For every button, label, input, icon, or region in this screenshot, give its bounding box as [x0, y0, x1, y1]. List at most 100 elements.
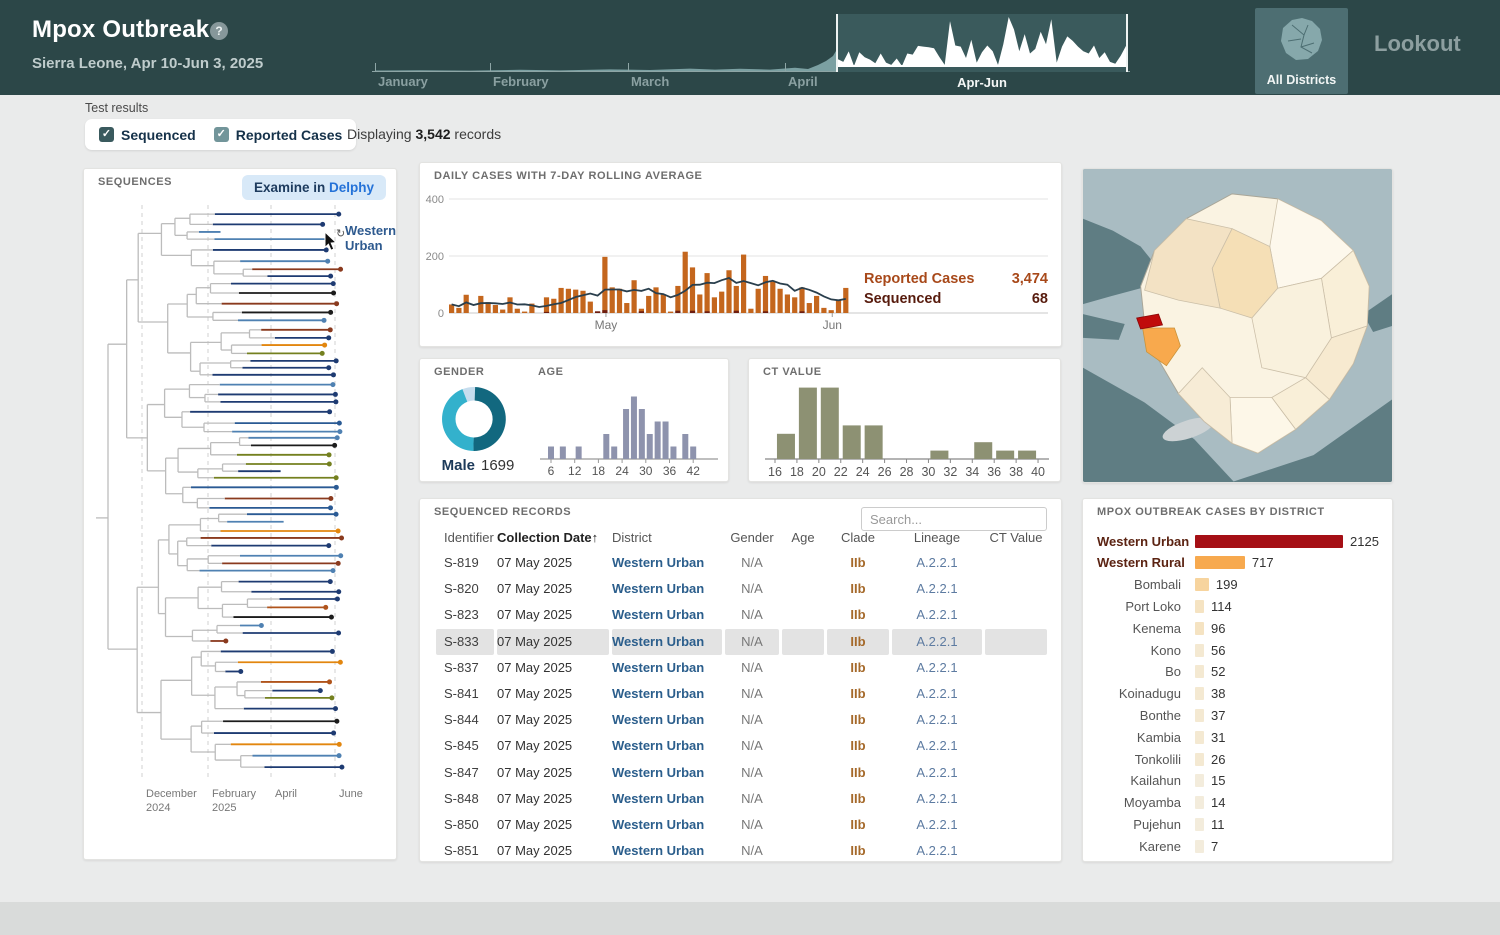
cell-id: S-845 — [436, 733, 494, 759]
sierra-leone-map[interactable] — [1083, 169, 1392, 482]
delphy-brand: Delphy — [329, 180, 374, 195]
column-header-lineage[interactable]: Lineage — [892, 527, 982, 549]
phylogenetic-tree[interactable]: December2024February2025AprilJune — [92, 201, 392, 825]
cell-gender: N/A — [725, 812, 779, 838]
cell-clade: IIb — [827, 655, 889, 681]
district-value: 11 — [1211, 817, 1225, 832]
table-row[interactable]: S-84707 May 2025Western UrbanN/AIIbA.2.2… — [420, 760, 1047, 786]
table-row[interactable]: S-84107 May 2025Western UrbanN/AIIbA.2.2… — [420, 681, 1047, 707]
all-districts-button[interactable]: All Districts — [1255, 8, 1348, 94]
cell-clade: IIb — [827, 707, 889, 733]
record-count: 3,542 — [415, 126, 450, 142]
cell-clade: IIb — [827, 576, 889, 602]
district-value: 52 — [1211, 664, 1225, 679]
gender-donut-chart[interactable] — [426, 375, 526, 459]
column-header-collection-date[interactable]: Collection Date↑ — [497, 527, 609, 549]
district-label: Western Rural — [1097, 555, 1189, 570]
district-bar — [1195, 818, 1204, 831]
cell-district: Western Urban — [612, 707, 722, 733]
cell-lineage: A.2.2.1 — [892, 838, 982, 862]
table-row[interactable]: S-85007 May 2025Western UrbanN/AIIbA.2.2… — [420, 812, 1047, 838]
help-icon[interactable]: ? — [210, 22, 228, 40]
svg-text:6: 6 — [548, 464, 555, 478]
cell-id: S-848 — [436, 786, 494, 812]
tree-hover-label: Western Urban — [345, 223, 396, 253]
cell-lineage: A.2.2.1 — [892, 812, 982, 838]
district-row[interactable]: Tonkolili26 — [1097, 748, 1384, 770]
column-header-district[interactable]: District — [612, 527, 722, 549]
district-row[interactable]: Kambia31 — [1097, 726, 1384, 748]
table-row[interactable]: S-81907 May 2025Western UrbanN/AIIbA.2.2… — [420, 550, 1047, 576]
cell-id: S-841 — [436, 681, 494, 707]
cell-ct — [985, 681, 1047, 707]
timeline-selected-label: Apr-Jun — [836, 75, 1128, 90]
svg-text:26: 26 — [878, 465, 892, 479]
district-row[interactable]: Karene7 — [1097, 835, 1384, 857]
timeline-tick — [490, 63, 491, 72]
table-row[interactable]: S-83707 May 2025Western UrbanN/AIIbA.2.2… — [420, 655, 1047, 681]
district-row[interactable]: Moyamba 14 — [1097, 792, 1384, 814]
checkbox-sequenced[interactable]: ✓Sequenced — [99, 127, 196, 143]
cell-ct — [985, 576, 1047, 602]
cell-gender: N/A — [725, 602, 779, 628]
cell-age — [782, 707, 824, 733]
timeline-tick — [785, 63, 786, 72]
table-row[interactable]: S-85107 May 2025Western UrbanN/AIIbA.2.2… — [420, 838, 1047, 862]
cell-id: S-823 — [436, 602, 494, 628]
page-subtitle: Sierra Leone, Apr 10-Jun 3, 2025 — [32, 55, 263, 72]
app-header: Mpox Outbreak ? Sierra Leone, Apr 10-Jun… — [0, 0, 1500, 95]
district-row[interactable]: Kenema96 — [1097, 617, 1384, 639]
svg-text:30: 30 — [921, 465, 935, 479]
cell-age — [782, 602, 824, 628]
svg-text:June: June — [339, 788, 363, 800]
district-row[interactable]: Kailahun15 — [1097, 770, 1384, 792]
district-value: 14 — [1211, 795, 1225, 810]
district-row[interactable]: Bombali199 — [1097, 574, 1384, 596]
table-row[interactable]: S-83307 May 2025Western UrbanN/AIIbA.2.2… — [420, 629, 1047, 655]
table-row[interactable]: S-82307 May 2025Western UrbanN/AIIbA.2.2… — [420, 602, 1047, 628]
cell-date: 07 May 2025 — [497, 760, 609, 786]
timeline-selection-window[interactable] — [836, 14, 1128, 72]
table-row[interactable]: S-84407 May 2025Western UrbanN/AIIbA.2.2… — [420, 707, 1047, 733]
column-header-ct-value[interactable]: CT Value — [985, 527, 1047, 549]
district-row[interactable]: Pujehun11 — [1097, 813, 1384, 835]
cell-date: 07 May 2025 — [497, 655, 609, 681]
table-row[interactable]: S-82007 May 2025Western UrbanN/AIIbA.2.2… — [420, 576, 1047, 602]
svg-text:38: 38 — [1009, 465, 1023, 479]
column-header-gender[interactable]: Gender — [725, 527, 779, 549]
column-header-age[interactable]: Age — [782, 527, 824, 549]
cell-clade: IIb — [827, 629, 889, 655]
cell-district: Western Urban — [612, 655, 722, 681]
table-row[interactable]: S-84807 May 2025Western UrbanN/AIIbA.2.2… — [420, 786, 1047, 812]
district-label: Moyamba — [1097, 795, 1189, 810]
district-bar — [1195, 578, 1209, 591]
table-row[interactable]: S-84507 May 2025Western UrbanN/AIIbA.2.2… — [420, 733, 1047, 759]
cell-district: Western Urban — [612, 812, 722, 838]
page-title: Mpox Outbreak — [32, 16, 209, 44]
district-row[interactable]: Port Loko114 — [1097, 595, 1384, 617]
bottom-band — [0, 902, 1500, 935]
checkbox-reported-cases[interactable]: ✓Reported Cases — [214, 127, 343, 143]
cell-id: S-837 — [436, 655, 494, 681]
column-header-clade[interactable]: Clade — [827, 527, 889, 549]
district-value: 2125 — [1350, 534, 1379, 549]
cell-date: 07 May 2025 — [497, 707, 609, 733]
daily-cases-chart: 0200400MayJun — [420, 163, 1061, 346]
cell-district: Western Urban — [612, 550, 722, 576]
cell-age — [782, 655, 824, 681]
district-bar — [1195, 644, 1204, 657]
district-row[interactable]: Kono56 — [1097, 639, 1384, 661]
district-row[interactable]: Bo52 — [1097, 661, 1384, 683]
district-row[interactable]: Bonthe37 — [1097, 704, 1384, 726]
svg-text:February: February — [212, 788, 257, 800]
district-row[interactable]: Western Urban2125 — [1097, 530, 1384, 552]
sequences-panel: SEQUENCES Examine in Delphy December2024… — [83, 168, 397, 860]
district-row[interactable]: Koinadugu38 — [1097, 683, 1384, 705]
district-label: Kenema — [1097, 621, 1189, 636]
examine-in-delphy-button[interactable]: Examine in Delphy — [242, 175, 386, 200]
column-header-identifier[interactable]: Identifier — [436, 527, 494, 549]
district-row[interactable]: Western Rural 717 — [1097, 552, 1384, 574]
svg-text:12: 12 — [568, 464, 582, 478]
district-value: 717 — [1252, 555, 1274, 570]
sequenced-records-panel: SEQUENCED RECORDS IdentifierCollection D… — [419, 498, 1062, 862]
